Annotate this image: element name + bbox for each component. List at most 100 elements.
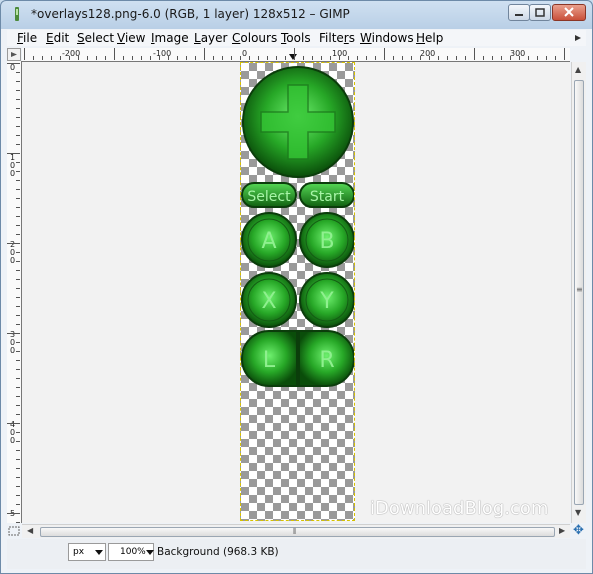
- close-button[interactable]: [552, 4, 586, 21]
- menu-arrow-icon[interactable]: [573, 33, 583, 43]
- menu-select[interactable]: Select: [77, 31, 114, 45]
- maximize-button[interactable]: [529, 4, 551, 21]
- ruler-tick: [16, 495, 20, 496]
- menu-layer[interactable]: Layer: [194, 31, 227, 45]
- ruler-pointer-icon: [289, 54, 297, 60]
- dpad-button: [242, 66, 354, 178]
- ruler-tick: [16, 441, 20, 442]
- menu-tools[interactable]: Tools: [281, 31, 311, 45]
- ruler-tick: [7, 153, 20, 154]
- ruler-tick: [33, 56, 34, 60]
- ruler-tick: [16, 396, 20, 397]
- ruler-tick: [474, 48, 475, 60]
- vertical-scrollbar[interactable]: ▲ ≡ ▼: [571, 62, 586, 523]
- ruler-tick: [7, 243, 20, 244]
- ruler-tick: [555, 56, 556, 60]
- ruler-tick: [16, 378, 20, 379]
- ruler-tick: [348, 56, 349, 60]
- minimize-icon: [515, 14, 523, 16]
- hruler-label: 300: [510, 49, 526, 58]
- ruler-tick: [16, 90, 20, 91]
- ruler-tick: [7, 513, 20, 514]
- image-canvas[interactable]: Select Start A B X Y L R: [240, 62, 355, 521]
- status-bar: px 100% Background (968.3 KB): [7, 539, 586, 569]
- ruler-tick: [16, 180, 20, 181]
- ruler-tick: [276, 56, 277, 60]
- ruler-tick: [537, 56, 538, 60]
- a-label: A: [261, 229, 276, 254]
- quick-mask-icon: [8, 526, 20, 536]
- ruler-tick: [16, 342, 20, 343]
- ruler-tick: [16, 504, 20, 505]
- menu-windows[interactable]: Windows: [360, 31, 414, 45]
- quick-mask-toggle[interactable]: [7, 524, 21, 538]
- gimp-window: *overlays128.png-6.0 (RGB, 1 layer) 128x…: [0, 0, 593, 574]
- hruler-label: 0: [242, 49, 248, 58]
- ruler-tick: [16, 432, 20, 433]
- menu-file[interactable]: File: [17, 31, 37, 45]
- ruler-tick: [321, 56, 322, 60]
- vruler-label: 0: [10, 63, 16, 72]
- menu-edit[interactable]: Edit: [46, 31, 69, 45]
- scroll-up-icon[interactable]: ▲: [575, 66, 581, 74]
- ruler-tick: [267, 56, 268, 60]
- b-label: B: [319, 229, 334, 254]
- ruler-tick: [16, 225, 20, 226]
- scroll-down-icon[interactable]: ▼: [575, 509, 581, 517]
- ruler-tick: [16, 270, 20, 271]
- ruler-tick: [16, 207, 20, 208]
- ruler-tick: [16, 126, 20, 127]
- ruler-tick: [249, 56, 250, 60]
- title-bar[interactable]: *overlays128.png-6.0 (RGB, 1 layer) 128x…: [1, 1, 592, 29]
- ruler-tick: [546, 56, 547, 60]
- scroll-left-icon[interactable]: ◀: [27, 527, 33, 535]
- ruler-tick: [16, 468, 20, 469]
- ruler-tick: [69, 56, 70, 60]
- chevron-down-icon: [95, 550, 103, 555]
- navigate-icon[interactable]: ✥: [571, 524, 586, 538]
- horizontal-scroll-thumb[interactable]: ⦀: [40, 527, 555, 537]
- vertical-scroll-thumb[interactable]: ≡: [574, 80, 584, 505]
- ruler-tick: [16, 405, 20, 406]
- r-button: R: [298, 330, 354, 387]
- ruler-tick: [24, 48, 25, 60]
- menu-colours[interactable]: Colours: [232, 31, 277, 45]
- vertical-ruler[interactable]: 0 100 200 300 400 5: [7, 61, 22, 523]
- menu-help[interactable]: Help: [416, 31, 443, 45]
- ruler-tick: [384, 48, 385, 60]
- zoom-selector[interactable]: 100%: [108, 543, 154, 561]
- ruler-tick: [16, 306, 20, 307]
- ruler-tick: [330, 56, 331, 60]
- ruler-tick: [222, 56, 223, 60]
- ruler-tick: [16, 360, 20, 361]
- scroll-right-icon[interactable]: ▶: [559, 527, 565, 535]
- unit-selector[interactable]: px: [68, 543, 106, 561]
- ruler-tick: [7, 423, 20, 424]
- ruler-tick: [16, 171, 20, 172]
- horizontal-ruler[interactable]: -200 -100 0 100 200 300: [22, 48, 570, 62]
- menu-image[interactable]: Image: [151, 31, 189, 45]
- ruler-tick: [339, 56, 340, 60]
- gamepad-overlay-image: Select Start A B X Y L R: [241, 66, 354, 387]
- quick-mask-corner-button[interactable]: [7, 48, 21, 61]
- ruler-tick: [483, 56, 484, 60]
- ruler-tick: [16, 297, 20, 298]
- close-icon: [564, 7, 574, 17]
- horizontal-scrollbar[interactable]: ◀ ⦀ ▶: [22, 524, 570, 538]
- minimize-button[interactable]: [508, 4, 530, 21]
- ruler-tick: [510, 56, 511, 60]
- ruler-tick: [16, 486, 20, 487]
- ruler-tick: [303, 56, 304, 60]
- ruler-tick: [519, 56, 520, 60]
- scroll-grip-icon: ⦀: [293, 527, 297, 536]
- menu-view[interactable]: View: [117, 31, 145, 45]
- ruler-tick: [16, 117, 20, 118]
- menu-filters[interactable]: Filters: [319, 31, 355, 45]
- ruler-tick: [429, 56, 430, 60]
- l-label: L: [263, 348, 276, 373]
- ruler-tick: [204, 48, 205, 60]
- ruler-tick: [16, 477, 20, 478]
- ruler-tick: [438, 56, 439, 60]
- x-button: X: [241, 272, 297, 328]
- ruler-tick: [564, 48, 565, 60]
